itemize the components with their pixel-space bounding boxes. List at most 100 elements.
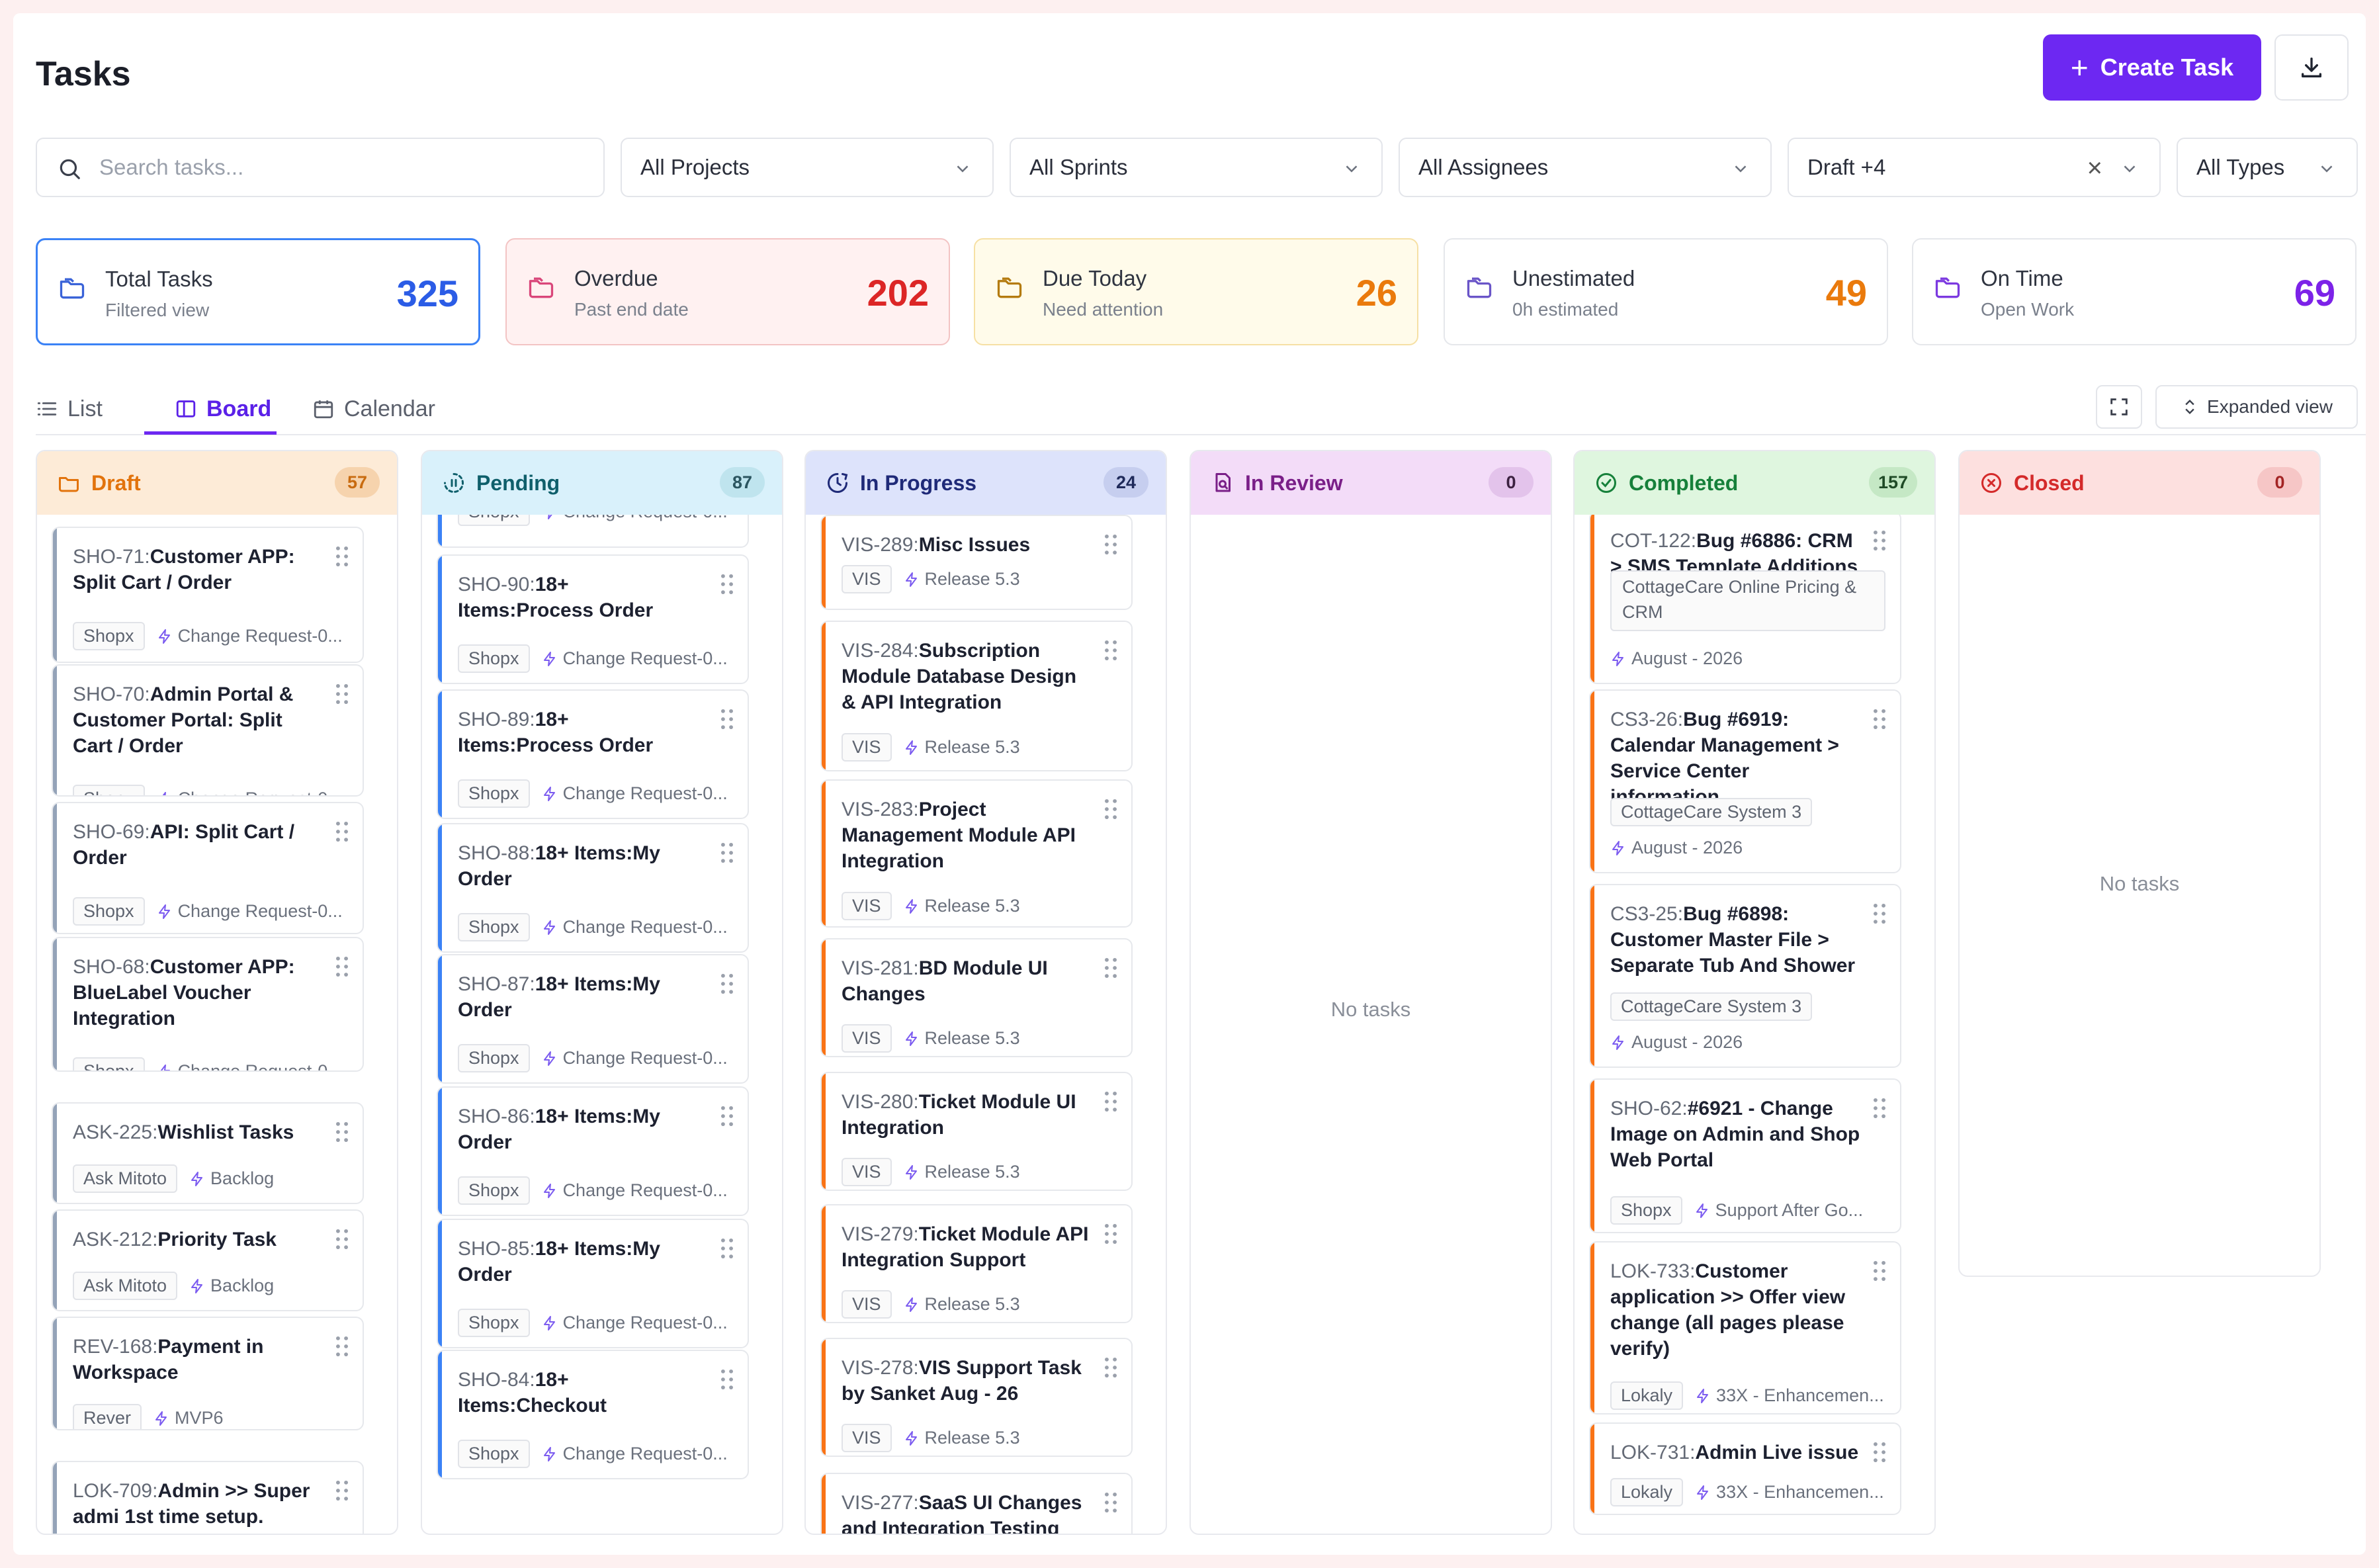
drag-handle-icon[interactable] [1871, 529, 1888, 552]
drag-handle-icon[interactable] [333, 683, 351, 705]
drag-handle-icon[interactable] [718, 842, 736, 864]
task-card[interactable]: SHO-71:Customer APP: Split Cart / Order S… [52, 527, 364, 663]
task-card[interactable]: SHO-87:18+ Items:My Order Shopx Change Req… [437, 954, 749, 1084]
drag-handle-icon[interactable] [1102, 957, 1119, 979]
drag-handle-icon[interactable] [718, 1237, 736, 1260]
task-key: SHO-88: [458, 842, 535, 864]
drag-handle-icon[interactable] [333, 1479, 351, 1502]
download-button[interactable] [2274, 34, 2349, 101]
task-card[interactable]: VIS-281:BD Module UI Changes VIS Release 5… [820, 938, 1133, 1057]
sprint-label: Release 5.3 [904, 1162, 1020, 1182]
task-card[interactable]: VIS-283:Project Management Module API In… [820, 779, 1133, 928]
drag-handle-icon[interactable] [333, 545, 351, 568]
clear-icon[interactable]: × [2087, 153, 2102, 183]
task-card[interactable]: LOK-731:Admin Live issue Lokaly 33X - Enha… [1589, 1422, 1901, 1515]
sprint-label: Release 5.3 [904, 569, 1020, 589]
fullscreen-button[interactable] [2096, 385, 2142, 429]
drag-handle-icon[interactable] [1102, 1090, 1119, 1113]
sprint-icon [1694, 1203, 1710, 1219]
task-card[interactable]: SHO-68:Customer APP: BlueLabel Voucher I… [52, 937, 364, 1072]
drag-handle-icon[interactable] [1871, 1097, 1888, 1119]
drag-handle-icon[interactable] [1102, 798, 1119, 820]
drag-handle-icon[interactable] [1102, 639, 1119, 662]
stat-card[interactable]: On Time Open Work 69 [1912, 238, 2357, 345]
drag-handle-icon[interactable] [1102, 1491, 1119, 1514]
sprint-name: Change Request-0... [177, 901, 343, 921]
types-dropdown[interactable]: All Types [2177, 138, 2358, 197]
drag-handle-icon[interactable] [718, 973, 736, 995]
task-card[interactable]: LOK-709:Admin >> Super admi 1st time set… [52, 1461, 364, 1534]
tab-list[interactable]: List [36, 382, 103, 435]
drag-handle-icon[interactable] [333, 1228, 351, 1250]
drag-handle-icon[interactable] [718, 1105, 736, 1127]
tab-board[interactable]: Board [175, 382, 271, 435]
project-tag: Ask Mitoto [73, 1164, 178, 1193]
task-card[interactable]: COT-122:Bug #6886: CRM > SMS Template Ad… [1589, 515, 1901, 684]
drag-handle-icon[interactable] [1871, 902, 1888, 925]
search-input[interactable]: Search tasks... [36, 138, 605, 197]
task-card[interactable]: ASK-225:Wishlist Tasks Ask Mitoto Backlog [52, 1102, 364, 1204]
drag-handle-icon[interactable] [1871, 1260, 1888, 1282]
task-card[interactable]: SHO-90:18+ Items:Process Order Shopx Chang… [437, 554, 749, 684]
task-card[interactable]: SHO-86:18+ Items:My Order Shopx Change Req… [437, 1086, 749, 1216]
tab-calendar[interactable]: Calendar [312, 382, 435, 435]
card-meta: Ask Mitoto Backlog [73, 1272, 349, 1300]
card-accent-bar [822, 1474, 826, 1534]
task-card[interactable]: CS3-25:Bug #6898: Customer Master File >… [1589, 884, 1901, 1068]
drag-handle-icon[interactable] [1102, 1356, 1119, 1379]
task-card[interactable]: CS3-26:Bug #6919: Calendar Management > … [1589, 689, 1901, 873]
stat-card[interactable]: Unestimated 0h estimated 49 [1444, 238, 1888, 345]
sprint-label: Release 5.3 [904, 737, 1020, 758]
tab-calendar-label: Calendar [344, 396, 435, 421]
task-card[interactable]: Shopx Change Request-0... [437, 515, 749, 548]
projects-dropdown[interactable]: All Projects [621, 138, 994, 197]
drag-handle-icon[interactable] [1102, 533, 1119, 556]
task-card[interactable]: SHO-62:#6921 - Change Image on Admin and… [1589, 1078, 1901, 1233]
sprint-icon [157, 904, 173, 920]
task-card[interactable]: VIS-284:Subscription Module Database Des… [820, 621, 1133, 771]
plus-icon: + [2070, 50, 2089, 85]
drag-handle-icon[interactable] [1871, 708, 1888, 730]
drag-handle-icon[interactable] [718, 573, 736, 595]
sprint-label: August - 2026 [1610, 838, 1743, 858]
task-key: VIS-289: [842, 534, 919, 556]
task-key: SHO-68: [73, 956, 150, 978]
drag-handle-icon[interactable] [333, 955, 351, 978]
sprints-dropdown[interactable]: All Sprints [1010, 138, 1383, 197]
task-card[interactable]: SHO-89:18+ Items:Process Order Shopx Chang… [437, 689, 749, 819]
column-body: ShopxChange Request-0... SHO-90:18+ Items… [422, 515, 782, 1534]
task-card[interactable]: ASK-212:Priority Task Ask Mitoto Backlog [52, 1209, 364, 1311]
expanded-view-button[interactable]: Expanded view [2155, 385, 2358, 429]
task-card[interactable]: VIS-278:VIS Support Task by Sanket Aug -… [820, 1338, 1133, 1457]
column-header: Completed 157 [1575, 451, 1934, 515]
drag-handle-icon[interactable] [718, 708, 736, 730]
stat-card[interactable]: Due Today Need attention 26 [974, 238, 1418, 345]
drag-handle-icon[interactable] [333, 1121, 351, 1143]
task-card[interactable]: REV-168:Payment in Workspace Rever MVP6 [52, 1317, 364, 1430]
drag-handle-icon[interactable] [718, 1368, 736, 1391]
stat-card[interactable]: Total Tasks Filtered view 325 [36, 238, 480, 345]
card-accent-bar [438, 1088, 442, 1215]
task-card[interactable]: SHO-88:18+ Items:My Order Shopx Change Req… [437, 823, 749, 953]
task-card[interactable]: VIS-289:Misc Issues VIS Release 5.3 [820, 515, 1133, 610]
task-card[interactable]: SHO-70:Admin Portal & Customer Portal: S… [52, 664, 364, 797]
task-card[interactable]: VIS-279:Ticket Module API Integration Su… [820, 1204, 1133, 1323]
drag-handle-icon[interactable] [1102, 1223, 1119, 1245]
task-card[interactable]: SHO-85:18+ Items:My Order Shopx Change Req… [437, 1219, 749, 1348]
stat-card[interactable]: Overdue Past end date 202 [505, 238, 950, 345]
status-dropdown[interactable]: Draft +4 × [1788, 138, 2161, 197]
drag-handle-icon[interactable] [333, 820, 351, 843]
task-card[interactable]: VIS-280:Ticket Module UI Integration VIS R… [820, 1072, 1133, 1191]
task-card[interactable]: LOK-733:Customer application >> Offer vi… [1589, 1241, 1901, 1415]
board-column: Draft 57 SHO-71:Customer APP: Split Cart /… [36, 450, 398, 1535]
drag-handle-icon[interactable] [333, 1335, 351, 1358]
task-card[interactable]: SHO-69:API: Split Cart / Order Shopx Chang… [52, 802, 364, 934]
board-icon [176, 400, 196, 417]
card-title: SHO-70:Admin Portal & Customer Portal: S… [73, 681, 323, 759]
task-card[interactable]: VIS-277:SaaS UI Changes and Integration … [820, 1473, 1133, 1534]
task-card[interactable]: SHO-84:18+ Items:Checkout Shopx Change Req… [437, 1350, 749, 1479]
assignees-dropdown[interactable]: All Assignees [1399, 138, 1772, 197]
drag-handle-icon[interactable] [1871, 1441, 1888, 1463]
task-key: VIS-277: [842, 1492, 919, 1514]
create-task-button[interactable]: + Create Task [2043, 34, 2261, 101]
